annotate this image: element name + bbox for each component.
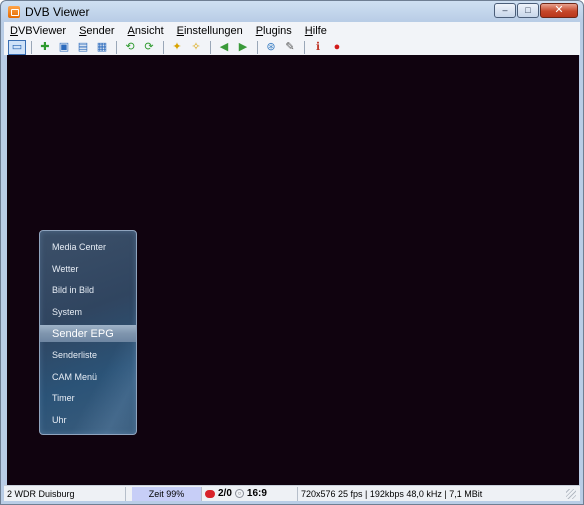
forward-icon[interactable]: ⟳ [140,40,158,55]
dvb-viewer-window: DVB Viewer – □ ✕ DVBViewer Sender Ansicht E… [0,0,584,505]
minimize-button[interactable]: – [494,3,516,18]
maximize-button[interactable]: □ [517,3,539,18]
menu-item-0[interactable]: DVBViewer [10,25,66,37]
picture-icon[interactable]: ▤ [74,40,92,55]
rewind-icon[interactable]: ⟲ [121,40,139,55]
osd-menu-item[interactable]: System [40,302,136,322]
menu-item-accelerator: A [127,24,135,37]
menu-item-accelerator: E [176,24,184,37]
toolbar-separator [257,40,258,54]
window-controls: – □ ✕ [494,3,578,18]
osd-menu-item[interactable]: Media Center [40,237,136,257]
status-bar: 2 WDR Duisburg Zeit 99% 2/0 ○ 16:9 720x5… [4,485,580,501]
network-icon[interactable]: ⊛ [262,40,280,55]
fullscreen-icon[interactable]: ▭ [8,39,26,55]
status-recordings: 2/0 ○ 16:9 [202,486,298,501]
close-button[interactable]: ✕ [540,3,578,18]
toolbar-separator [304,40,305,54]
toolbar-separator [210,40,211,54]
window-title: DVB Viewer [25,5,90,19]
menu-item-accelerator: H [304,24,313,37]
menu-item-label: ender [86,24,115,37]
screen-icon[interactable]: ▦ [93,40,111,55]
favorite-down-icon[interactable]: ✧ [187,40,205,55]
status-stream-info: 720x576 25 fps | 192kbps 48,0 kHz | 7,1 … [301,488,483,499]
window-icon[interactable]: ▣ [55,40,73,55]
menu-item-accelerator: P [255,24,264,37]
subtitle-icon: ○ [234,489,244,498]
title-bar[interactable]: DVB Viewer – □ ✕ [1,1,583,23]
osd-menu-item[interactable]: Uhr [40,410,136,430]
add-channel-icon[interactable]: ✚ [36,40,54,55]
aspect-ratio: 16:9 [246,488,267,499]
status-channel: 2 WDR Duisburg [4,486,126,501]
menu-item-label: lugins [263,24,292,37]
favorite-up-icon[interactable]: ✦ [168,40,186,55]
osd-menu-item[interactable]: CAM Menü [40,367,136,387]
osd-menu-item[interactable]: Senderliste [40,345,136,365]
osd-menu-item[interactable]: Sender EPG [40,325,136,343]
tools-icon[interactable]: ✎ [281,40,299,55]
toolbar: ▭ ✚ ▣ ▤ ▦ ⟲ ⟳ ✦ ✧ ◀ ▶ ⊛ ✎ ℹ ● [4,39,580,55]
resize-grip-icon[interactable] [566,489,576,499]
osd-menu-item[interactable]: Wetter [40,259,136,279]
menu-item-5[interactable]: Hilfe [305,25,327,37]
video-area[interactable]: Media Center Wetter Bild in Bild System Send… [7,55,579,485]
menu-item-3[interactable]: Einstellungen [177,25,243,37]
menu-bar: DVBViewer Sender Ansicht Einstellungen Plugi… [4,22,580,39]
info-icon[interactable]: ℹ [309,40,327,55]
menu-item-label: ilfe [312,24,327,37]
menu-item-1[interactable]: Sender [79,25,114,37]
osd-menu: Media Center Wetter Bild in Bild System Send… [39,230,137,435]
app-icon [8,6,20,18]
record-icon[interactable]: ● [328,40,346,55]
toolbar-separator [163,40,164,54]
recordings-count: 2/0 [218,488,232,499]
recording-icon [205,489,215,498]
next-channel-icon[interactable]: ▶ [234,40,252,55]
toolbar-separator [31,40,32,54]
menu-item-2[interactable]: Ansicht [128,25,164,37]
osd-menu-item[interactable]: Bild in Bild [40,280,136,300]
toolbar-separator [116,40,117,54]
menu-item-label: nsicht [134,24,164,37]
osd-menu-item[interactable]: Timer [40,388,136,408]
menu-item-accelerator: D [10,24,18,37]
menu-item-label: instellungen [183,24,243,37]
menu-item-label: VBViewer [17,24,67,37]
prev-channel-icon[interactable]: ◀ [215,40,233,55]
status-time-shift: Zeit 99% [132,486,202,501]
menu-item-4[interactable]: Plugins [256,25,292,37]
